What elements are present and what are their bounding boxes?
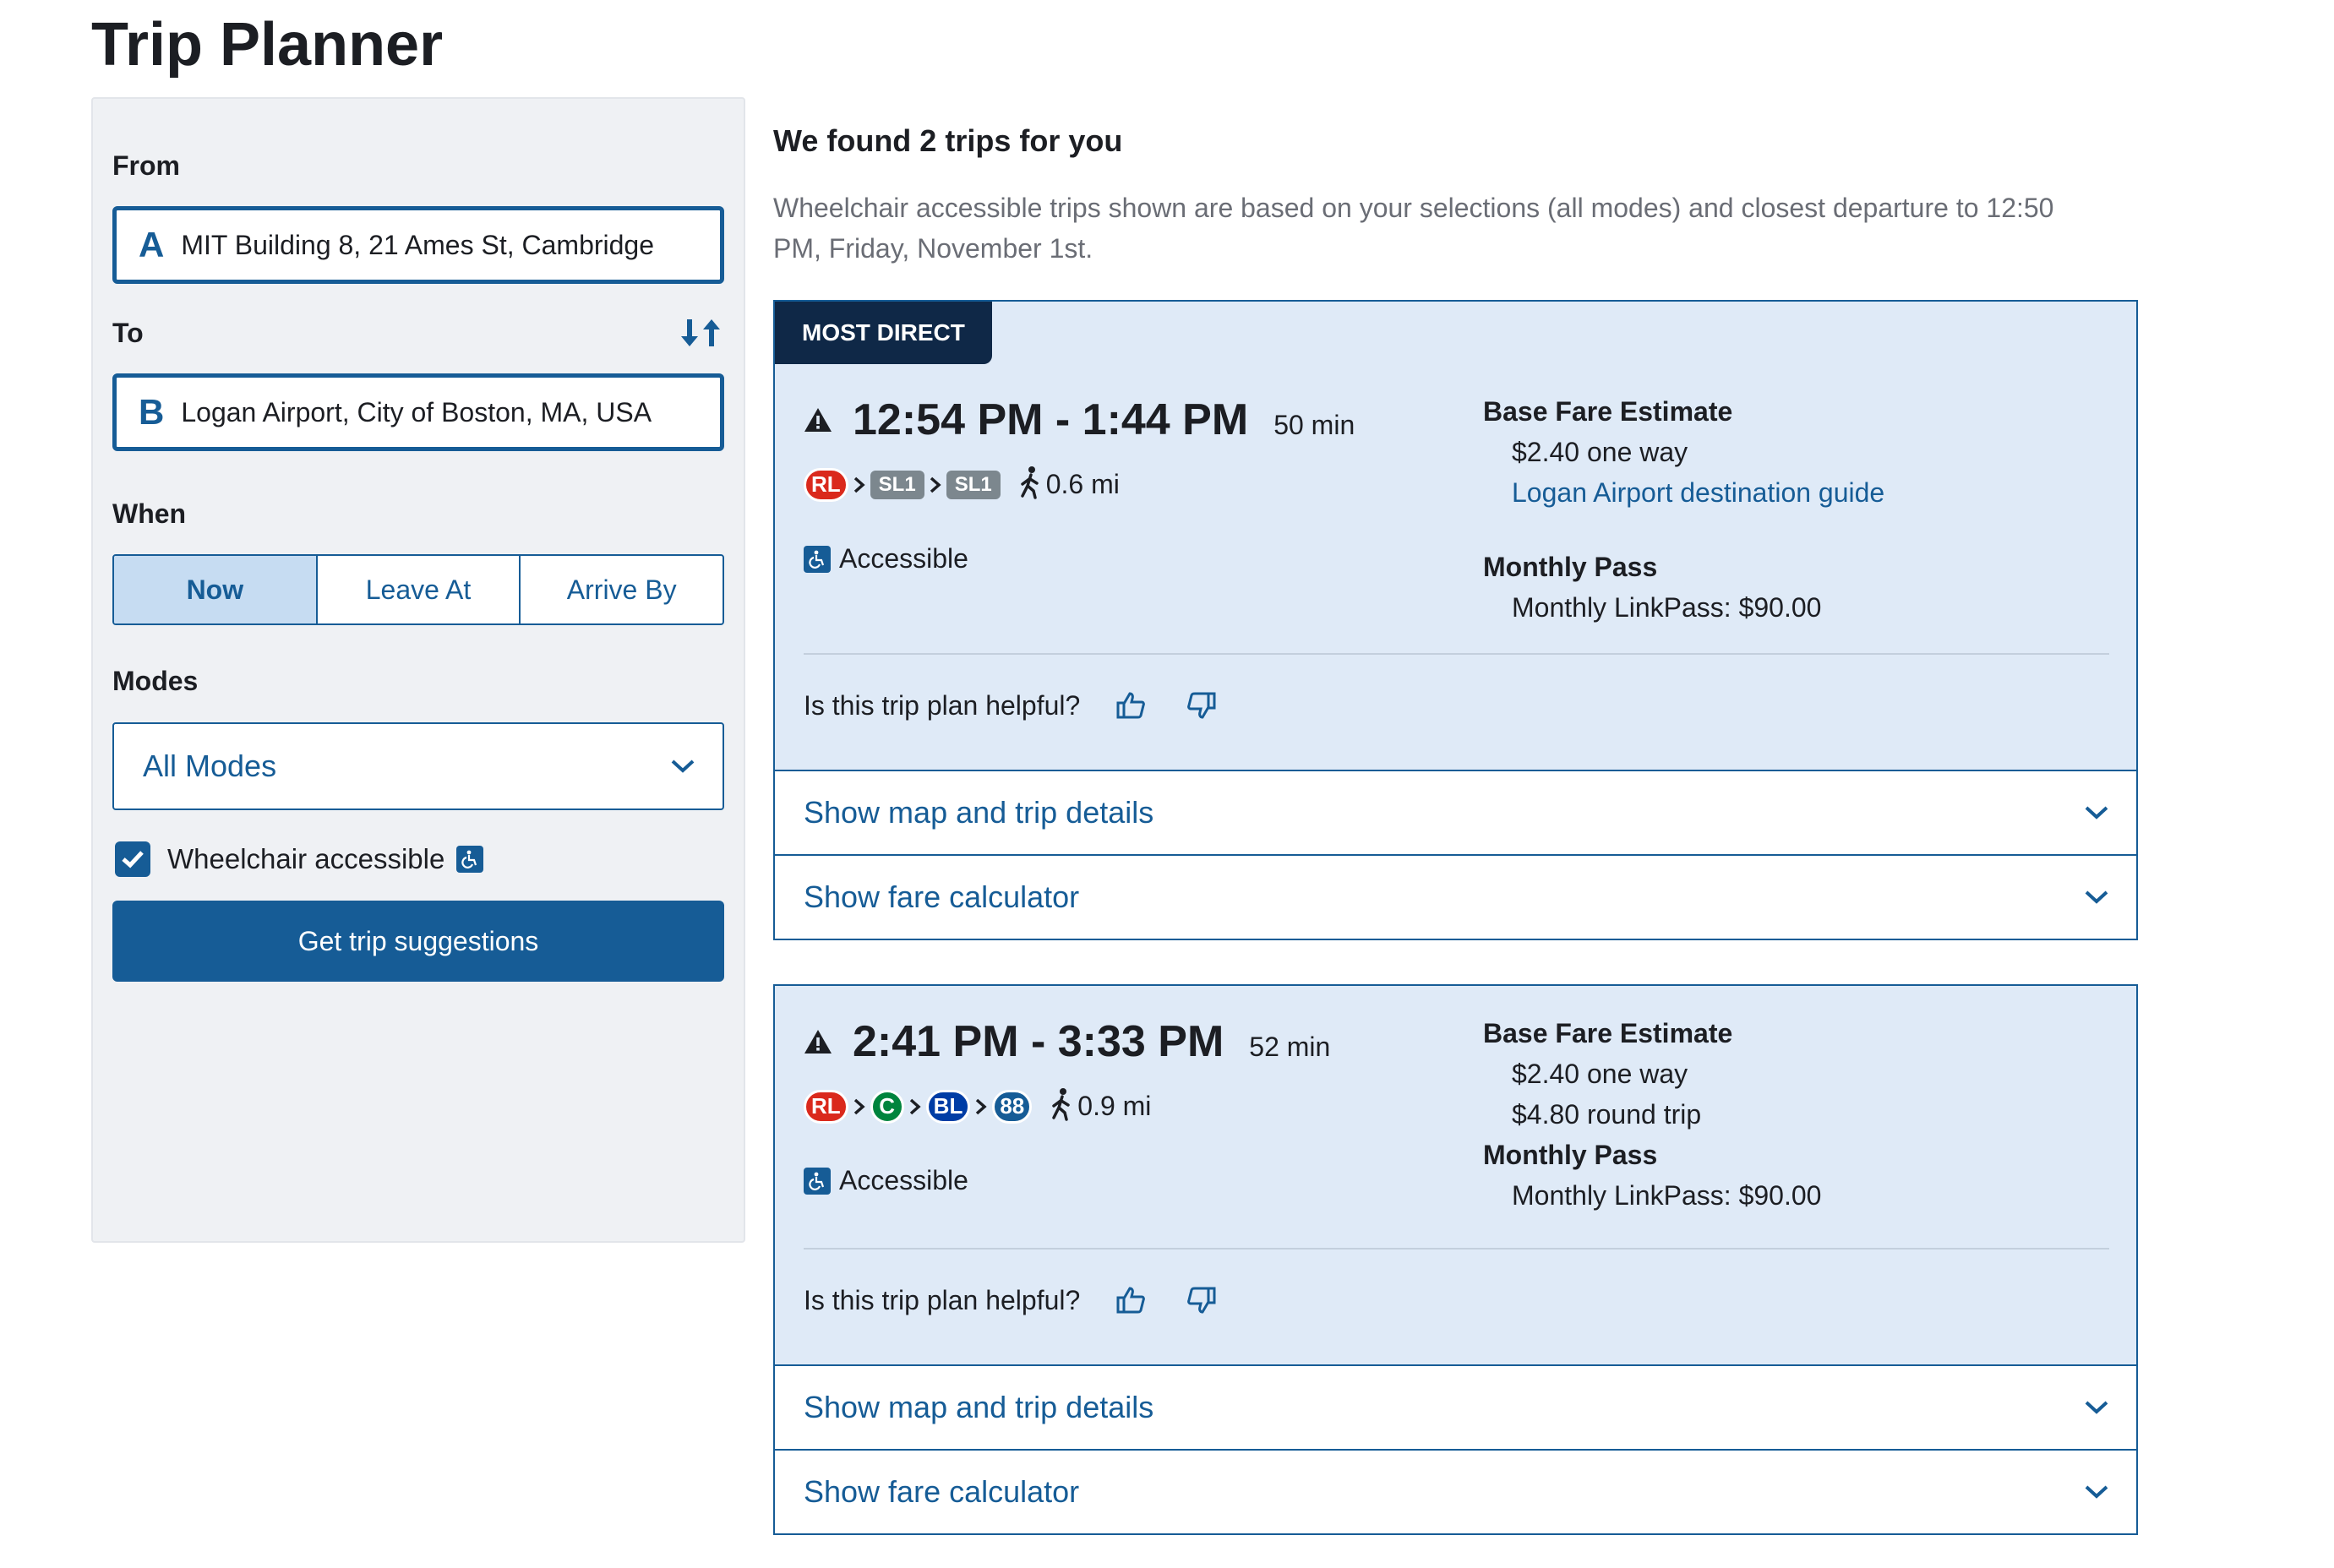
chevron-right-icon — [904, 1097, 926, 1116]
from-value: MIT Building 8, 21 Ames St, Cambridge — [181, 229, 655, 260]
fare-summary: Base Fare Estimate $2.40 one way $4.80 r… — [1483, 1013, 1821, 1216]
results-heading: We found 2 trips for you — [773, 123, 1123, 158]
wheelchair-icon — [456, 846, 484, 873]
route-badge-c: C — [870, 1089, 904, 1124]
trip-card: 2:41 PM - 3:33 PM 52 min RL C BL 88 0.9 … — [773, 984, 2138, 1535]
pass-heading: Monthly Pass — [1483, 552, 1658, 582]
fare-heading: Base Fare Estimate — [1483, 1018, 1733, 1048]
wheelchair-icon — [804, 1167, 831, 1195]
thumbs-down-icon — [1187, 692, 1216, 719]
chevron-down-icon — [671, 760, 695, 773]
swap-arrows-icon — [681, 319, 720, 346]
to-label: To — [112, 318, 144, 348]
to-value: Logan Airport, City of Boston, MA, USA — [181, 396, 652, 427]
fare-one-way: $2.40 one way — [1512, 1059, 1688, 1089]
pass-value: Monthly LinkPass: $90.00 — [1512, 1180, 1822, 1211]
destination-guide-link[interactable]: Logan Airport destination guide — [1483, 472, 1884, 513]
most-direct-badge: MOST DIRECT — [775, 302, 992, 364]
when-option-arrive-by[interactable]: Arrive By — [519, 556, 723, 623]
wheelchair-checkbox[interactable] — [115, 841, 150, 877]
trip-times: 12:54 PM - 1:44 PM — [853, 395, 1249, 444]
when-option-now[interactable]: Now — [114, 556, 316, 623]
thumbs-up-button[interactable] — [1114, 1283, 1148, 1317]
modes-label: Modes — [112, 666, 199, 696]
to-marker: B — [139, 392, 165, 432]
when-option-leave-at[interactable]: Leave At — [315, 556, 520, 623]
when-label: When — [112, 498, 187, 529]
divider — [804, 653, 2109, 655]
trip-card: MOST DIRECT 12:54 PM - 1:44 PM 50 min RL… — [773, 300, 2138, 940]
accessible-label: Accessible — [839, 543, 968, 574]
chevron-down-icon — [2085, 890, 2108, 904]
show-map-label: Show map and trip details — [804, 1390, 1154, 1424]
route-badge-88: 88 — [992, 1089, 1033, 1124]
route-badge-sl1: SL1 — [946, 470, 1001, 499]
when-toggle-group: Now Leave At Arrive By — [112, 554, 724, 625]
chevron-right-icon — [924, 476, 946, 494]
from-marker: A — [139, 225, 165, 264]
route-list: RL SL1 SL1 0.6 mi — [804, 466, 1120, 504]
show-map-label: Show map and trip details — [804, 795, 1154, 830]
wheelchair-icon — [804, 545, 831, 573]
from-input[interactable]: A MIT Building 8, 21 Ames St, Cambridge — [112, 206, 724, 284]
thumbs-up-icon — [1116, 692, 1146, 719]
from-label: From — [112, 150, 180, 181]
route-badge-bl: BL — [925, 1089, 971, 1124]
fare-summary: Base Fare Estimate $2.40 one way Logan A… — [1483, 391, 1884, 628]
chevron-right-icon — [848, 1097, 870, 1116]
modes-select[interactable]: All Modes — [112, 722, 724, 810]
wheelchair-label: Wheelchair accessible — [167, 843, 445, 874]
thumbs-down-button[interactable] — [1185, 1283, 1219, 1317]
thumbs-up-icon — [1116, 1287, 1146, 1314]
chevron-right-icon — [970, 1097, 992, 1116]
trip-duration: 52 min — [1249, 1032, 1331, 1062]
route-badge-rl: RL — [804, 1089, 848, 1124]
show-map-toggle[interactable]: Show map and trip details — [775, 1364, 2136, 1449]
pass-value: Monthly LinkPass: $90.00 — [1512, 592, 1822, 623]
thumbs-up-button[interactable] — [1114, 689, 1148, 722]
walk-distance: 0.9 mi — [1077, 1091, 1152, 1121]
show-fare-calculator-toggle[interactable]: Show fare calculator — [775, 854, 2136, 939]
modes-value: All Modes — [143, 749, 277, 783]
divider — [804, 1248, 2109, 1250]
accessible-label: Accessible — [839, 1165, 968, 1195]
route-list: RL C BL 88 0.9 mi — [804, 1087, 1151, 1125]
walk-distance: 0.6 mi — [1045, 469, 1120, 499]
helpful-question: Is this trip plan helpful? — [804, 1284, 1081, 1315]
chevron-down-icon — [2085, 806, 2108, 819]
alert-icon — [804, 408, 832, 432]
thumbs-down-button[interactable] — [1185, 689, 1219, 722]
check-icon — [122, 851, 144, 868]
walking-icon — [1050, 1087, 1072, 1125]
chevron-down-icon — [2085, 1401, 2108, 1414]
route-badge-rl: RL — [804, 467, 848, 502]
helpful-question: Is this trip plan helpful? — [804, 689, 1081, 721]
show-fare-calculator-toggle[interactable]: Show fare calculator — [775, 1449, 2136, 1533]
alert-icon — [804, 1030, 832, 1054]
walking-icon — [1019, 466, 1041, 504]
chevron-down-icon — [2085, 1485, 2108, 1499]
trip-times: 2:41 PM - 3:33 PM — [853, 1017, 1224, 1066]
route-badge-sl1: SL1 — [870, 470, 924, 499]
chevron-right-icon — [848, 476, 870, 494]
page-title: Trip Planner — [91, 11, 444, 79]
wheelchair-option: Wheelchair accessible — [115, 841, 484, 877]
get-trip-suggestions-button[interactable]: Get trip suggestions — [112, 901, 724, 982]
thumbs-down-icon — [1187, 1287, 1216, 1314]
show-map-toggle[interactable]: Show map and trip details — [775, 770, 2136, 854]
trip-duration: 50 min — [1273, 410, 1355, 440]
to-input[interactable]: B Logan Airport, City of Boston, MA, USA — [112, 373, 724, 451]
show-fare-calculator-label: Show fare calculator — [804, 879, 1080, 914]
fare-one-way: $2.40 one way — [1512, 437, 1688, 467]
show-fare-calculator-label: Show fare calculator — [804, 1474, 1080, 1509]
swap-button[interactable] — [676, 314, 727, 351]
pass-heading: Monthly Pass — [1483, 1140, 1658, 1170]
results-description: Wheelchair accessible trips shown are ba… — [773, 193, 2054, 264]
fare-round-trip: $4.80 round trip — [1512, 1099, 1702, 1130]
fare-heading: Base Fare Estimate — [1483, 396, 1733, 427]
